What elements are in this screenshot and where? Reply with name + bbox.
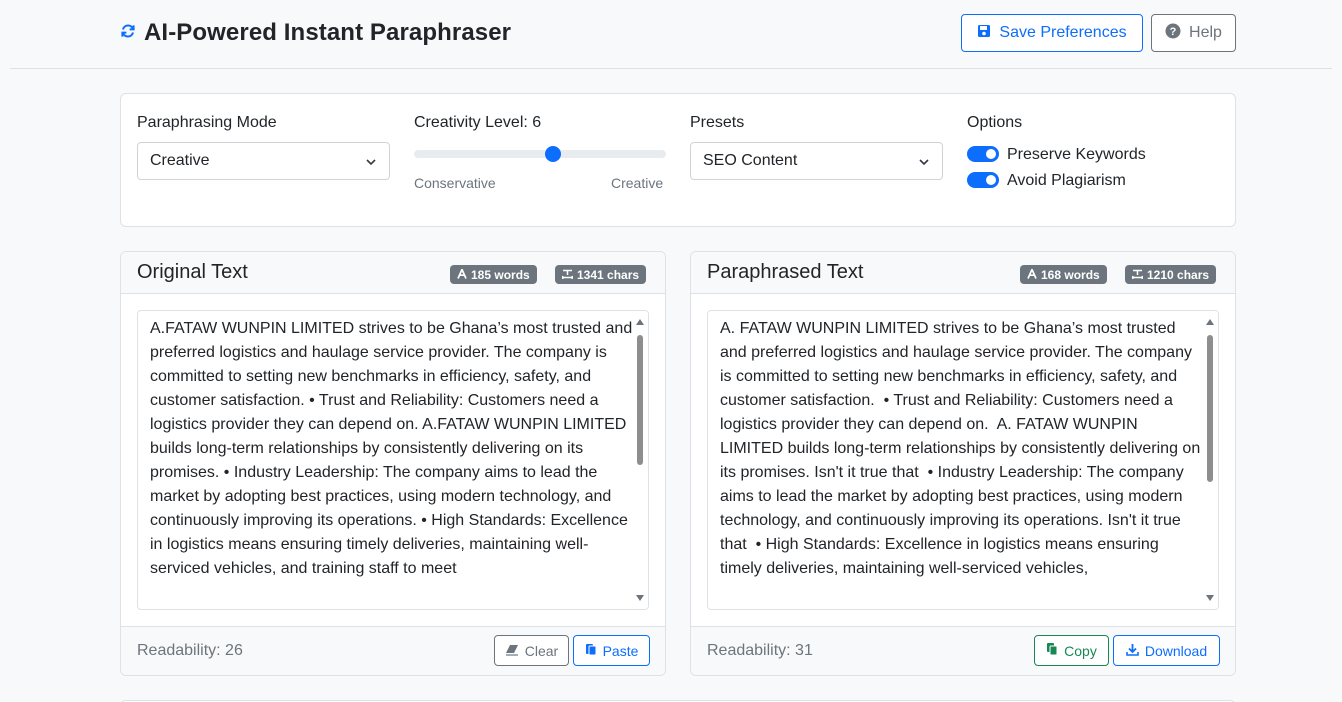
font-icon xyxy=(1027,266,1037,282)
paraphrased-readability: Readability: 31 xyxy=(707,642,813,659)
svg-text:?: ? xyxy=(1170,26,1177,38)
sync-icon xyxy=(120,23,136,44)
eraser-icon xyxy=(505,643,519,659)
paste-label: Paste xyxy=(602,642,639,659)
original-card-header: Original Text 185 words 1341 chars xyxy=(121,252,665,294)
presets-select[interactable]: SEO Content xyxy=(690,142,943,180)
paraphrased-text-card: Paraphrased Text 168 words 1210 chars A.… xyxy=(690,251,1236,676)
original-text-content: A.FATAW WUNPIN LIMITED strives to be Gha… xyxy=(150,320,633,577)
header-divider xyxy=(10,68,1332,69)
avoid-plagiarism-toggle[interactable] xyxy=(967,172,999,188)
char-count-text: 1341 chars xyxy=(577,267,640,282)
options-label: Options xyxy=(967,114,1023,131)
app-title-group: AI-Powered Instant Paraphraser xyxy=(120,18,511,48)
page-title: AI-Powered Instant Paraphraser xyxy=(144,19,512,46)
download-button[interactable]: Download xyxy=(1113,635,1220,666)
creativity-min-label: Conservative xyxy=(414,175,496,191)
presets-select-value: SEO Content xyxy=(703,152,798,169)
avoid-plagiarism-label: Avoid Plagiarism xyxy=(1007,172,1126,189)
help-button[interactable]: ? Help xyxy=(1151,14,1236,52)
preserve-keywords-label: Preserve Keywords xyxy=(1007,146,1146,163)
paraphrased-card-title: Paraphrased Text xyxy=(707,261,864,283)
mode-select-value: Creative xyxy=(150,152,210,169)
original-textarea[interactable]: A.FATAW WUNPIN LIMITED strives to be Gha… xyxy=(137,310,649,610)
original-card-footer: Readability: 26 Clear Paste xyxy=(121,626,665,675)
question-circle-icon: ? xyxy=(1165,23,1181,44)
copy-button[interactable]: Copy xyxy=(1034,635,1109,666)
text-width-icon xyxy=(561,268,574,282)
char-count-badge: 1210 chars xyxy=(1125,265,1217,284)
scroll-up-arrow-icon[interactable] xyxy=(636,319,644,325)
original-scrollbar[interactable] xyxy=(632,311,648,609)
scrollbar-thumb[interactable] xyxy=(637,335,643,465)
app-header: AI-Powered Instant Paraphraser Save Pref… xyxy=(0,0,1342,69)
save-icon xyxy=(977,24,991,43)
creativity-max-label: Creative xyxy=(611,175,664,191)
paraphrased-card-header: Paraphrased Text 168 words 1210 chars xyxy=(691,252,1235,294)
paraphrased-scrollbar[interactable] xyxy=(1202,311,1218,609)
save-preferences-button[interactable]: Save Preferences xyxy=(961,14,1143,52)
text-width-icon xyxy=(1131,268,1144,282)
copy-label: Copy xyxy=(1064,642,1097,659)
preserve-keywords-toggle[interactable] xyxy=(967,146,999,162)
word-count-text: 168 words xyxy=(1041,267,1100,282)
word-count-badge: 185 words xyxy=(450,265,537,284)
creativity-slider[interactable] xyxy=(414,150,666,158)
creativity-slider-thumb[interactable] xyxy=(545,146,561,162)
settings-panel: Paraphrasing Mode Creative Creativity Le… xyxy=(120,93,1236,227)
original-card-title: Original Text xyxy=(137,261,248,283)
scrollbar-thumb[interactable] xyxy=(1207,335,1213,482)
download-icon xyxy=(1126,643,1139,659)
clear-button[interactable]: Clear xyxy=(494,635,569,666)
paraphrased-textarea[interactable]: A. FATAW WUNPIN LIMITED strives to be Gh… xyxy=(707,310,1219,610)
original-readability: Readability: 26 xyxy=(137,642,243,659)
clear-label: Clear xyxy=(524,642,559,659)
paraphrased-card-footer: Readability: 31 Copy Download xyxy=(691,626,1235,675)
mode-select[interactable]: Creative xyxy=(137,142,390,180)
creativity-label: Creativity Level: 6 xyxy=(414,114,542,131)
original-text-card: Original Text 185 words 1341 chars A.FAT… xyxy=(120,251,666,676)
chevron-down-icon xyxy=(918,155,930,173)
word-count-text: 185 words xyxy=(471,267,530,282)
presets-label: Presets xyxy=(690,114,745,131)
word-count-badge: 168 words xyxy=(1020,265,1107,284)
scroll-up-arrow-icon[interactable] xyxy=(1206,319,1214,325)
copy-icon xyxy=(1046,642,1058,659)
scroll-down-arrow-icon[interactable] xyxy=(1206,595,1214,601)
mode-label: Paraphrasing Mode xyxy=(137,114,277,131)
paraphrased-text-content: A. FATAW WUNPIN LIMITED strives to be Gh… xyxy=(720,320,1201,577)
help-label: Help xyxy=(1189,24,1222,41)
download-label: Download xyxy=(1144,642,1208,659)
char-count-text: 1210 chars xyxy=(1147,267,1210,282)
font-icon xyxy=(457,266,467,282)
char-count-badge: 1341 chars xyxy=(555,265,647,284)
save-preferences-label: Save Preferences xyxy=(999,24,1127,41)
paste-button[interactable]: Paste xyxy=(573,635,650,666)
scroll-down-arrow-icon[interactable] xyxy=(636,595,644,601)
paste-icon xyxy=(585,642,597,659)
chevron-down-icon xyxy=(365,155,377,173)
